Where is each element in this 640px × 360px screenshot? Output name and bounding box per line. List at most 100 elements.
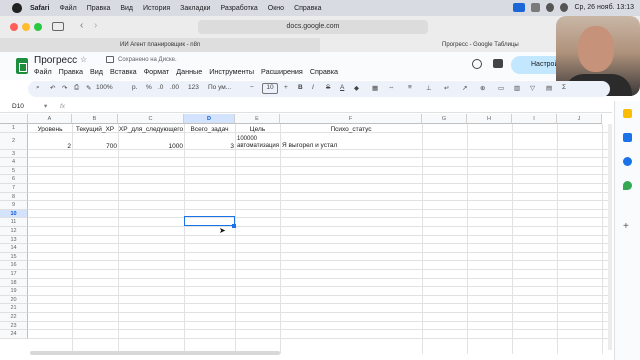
cell-d2[interactable]: 3 [184,143,234,150]
row-header-11[interactable]: 11 [0,218,28,227]
col-header-c[interactable]: C [118,114,184,124]
col-header-h[interactable]: H [467,114,512,124]
sheets-menu-edit[interactable]: Правка [59,67,83,76]
close-window-icon[interactable] [10,23,18,31]
font-size-decrease-icon[interactable]: − [250,84,254,91]
cell-f2[interactable]: Я выгорел и устал [282,142,337,149]
font-size-increase-icon[interactable]: + [284,84,288,91]
row-header-16[interactable]: 16 [0,261,28,270]
row-header-4[interactable]: 4 [0,158,28,167]
col-header-e[interactable]: E [235,114,280,124]
sidebar-toggle-icon[interactable] [52,22,64,31]
decrease-decimal-button[interactable]: .0 [158,84,163,91]
name-box[interactable]: D10 [12,103,24,110]
battery-icon[interactable] [531,3,541,12]
select-all-corner[interactable] [0,114,28,124]
row-header-17[interactable]: 17 [0,270,28,279]
wifi-icon[interactable] [546,3,555,12]
menu-history[interactable]: История [143,5,170,12]
cell-b1[interactable]: Текущий_XP [72,126,118,133]
name-box-dropdown-icon[interactable]: ▾ [44,102,47,110]
row-header-2[interactable]: 2 [0,132,28,150]
col-header-b[interactable]: B [72,114,118,124]
address-bar[interactable]: docs.google.com [198,20,428,34]
menu-help[interactable]: Справка [294,5,321,12]
menu-window[interactable]: Окно [268,5,284,12]
add-addon-icon[interactable]: + [623,221,629,232]
filter-icon[interactable]: ▽ [530,84,535,92]
menu-edit[interactable]: Правка [87,5,111,12]
meet-icon[interactable] [493,59,503,68]
row-header-8[interactable]: 8 [0,192,28,202]
minimize-window-icon[interactable] [22,23,30,31]
sheets-menu-help[interactable]: Справка [310,67,338,76]
col-header-a[interactable]: A [28,114,72,124]
col-header-g[interactable]: G [422,114,467,124]
vertical-scrollbar[interactable] [608,124,612,350]
bold-button[interactable]: B [298,84,303,91]
row-header-1[interactable]: 1 [0,124,28,133]
merge-cells-icon[interactable]: ⇔ [388,84,395,91]
text-wrap-icon[interactable]: ↵ [444,84,449,92]
history-icon[interactable] [472,59,482,69]
text-color-button[interactable]: A [340,84,344,91]
strikethrough-button[interactable]: S [326,84,330,91]
insert-link-icon[interactable]: ⊕ [480,84,485,92]
tasks-icon[interactable] [623,133,632,142]
insert-comment-icon[interactable]: ▭ [498,84,504,92]
row-header-7[interactable]: 7 [0,184,28,193]
sheets-menu-extensions[interactable]: Расширения [261,67,303,76]
drive-icon[interactable] [106,56,114,63]
formula-input[interactable] [72,102,602,112]
forward-icon[interactable]: › [94,20,97,31]
text-rotation-icon[interactable]: ↗ [462,84,467,92]
percent-format-button[interactable]: % [146,84,152,91]
sheets-menu-format[interactable]: Формат [144,67,170,76]
tab-n8n[interactable]: ИИ Агент планировщик - n8n [120,38,200,52]
row-header-21[interactable]: 21 [0,304,28,313]
font-select[interactable]: По ум... [208,84,231,91]
sheets-menu-tools[interactable]: Инструменты [209,67,254,76]
horizontal-scrollbar[interactable] [30,351,280,355]
col-header-f[interactable]: F [280,114,422,124]
cell-a1[interactable]: Уровень [28,126,72,133]
menu-develop[interactable]: Разработка [220,5,257,12]
print-icon[interactable]: ⎙ [74,84,79,92]
row-header-22[interactable]: 22 [0,313,28,322]
cell-c1[interactable]: XP_для_следующего [118,126,184,133]
functions-icon[interactable]: Σ [562,84,566,91]
star-icon[interactable]: ☆ [80,55,87,64]
status-app-icon[interactable] [513,3,526,12]
number-format-button[interactable]: 123 [188,84,199,91]
borders-icon[interactable]: ▦ [372,84,378,92]
row-header-9[interactable]: 9 [0,201,28,210]
cell-c2[interactable]: 1000 [118,143,183,150]
sheets-menu-file[interactable]: Файл [34,67,52,76]
row-header-14[interactable]: 14 [0,244,28,253]
doc-title[interactable]: Прогресс [34,55,77,66]
menu-bookmarks[interactable]: Закладки [180,5,210,12]
row-header-20[interactable]: 20 [0,295,28,305]
cell-e1[interactable]: Цель [235,126,280,133]
cell-f1[interactable]: Психо_статус [280,126,422,133]
col-header-d[interactable]: D [184,114,235,124]
undo-icon[interactable]: ↶ [50,84,55,92]
fill-handle[interactable] [232,224,236,228]
cell-e2-line2[interactable]: автоматизация [237,143,279,149]
font-size-input[interactable]: 10 [262,83,278,94]
tab-sheets[interactable]: Прогресс - Google Таблицы [320,38,560,52]
filter-views-icon[interactable]: ▤ [546,84,552,92]
row-header-5[interactable]: 5 [0,166,28,176]
horizontal-align-icon[interactable]: ≡ [408,84,412,91]
keep-icon[interactable] [623,109,632,118]
back-icon[interactable]: ‹ [80,20,83,31]
row-header-19[interactable]: 19 [0,287,28,296]
currency-format-button[interactable]: р. [132,84,137,91]
cell-a2[interactable]: 2 [28,143,71,150]
cell-d1[interactable]: Всего_задач [184,126,235,133]
menubar-clock[interactable]: Ср, 26 нояб. 13:13 [574,4,634,11]
menu-app-safari[interactable]: Safari [30,5,49,12]
sheets-logo-icon[interactable] [16,58,28,74]
row-header-18[interactable]: 18 [0,278,28,288]
row-header-13[interactable]: 13 [0,235,28,245]
